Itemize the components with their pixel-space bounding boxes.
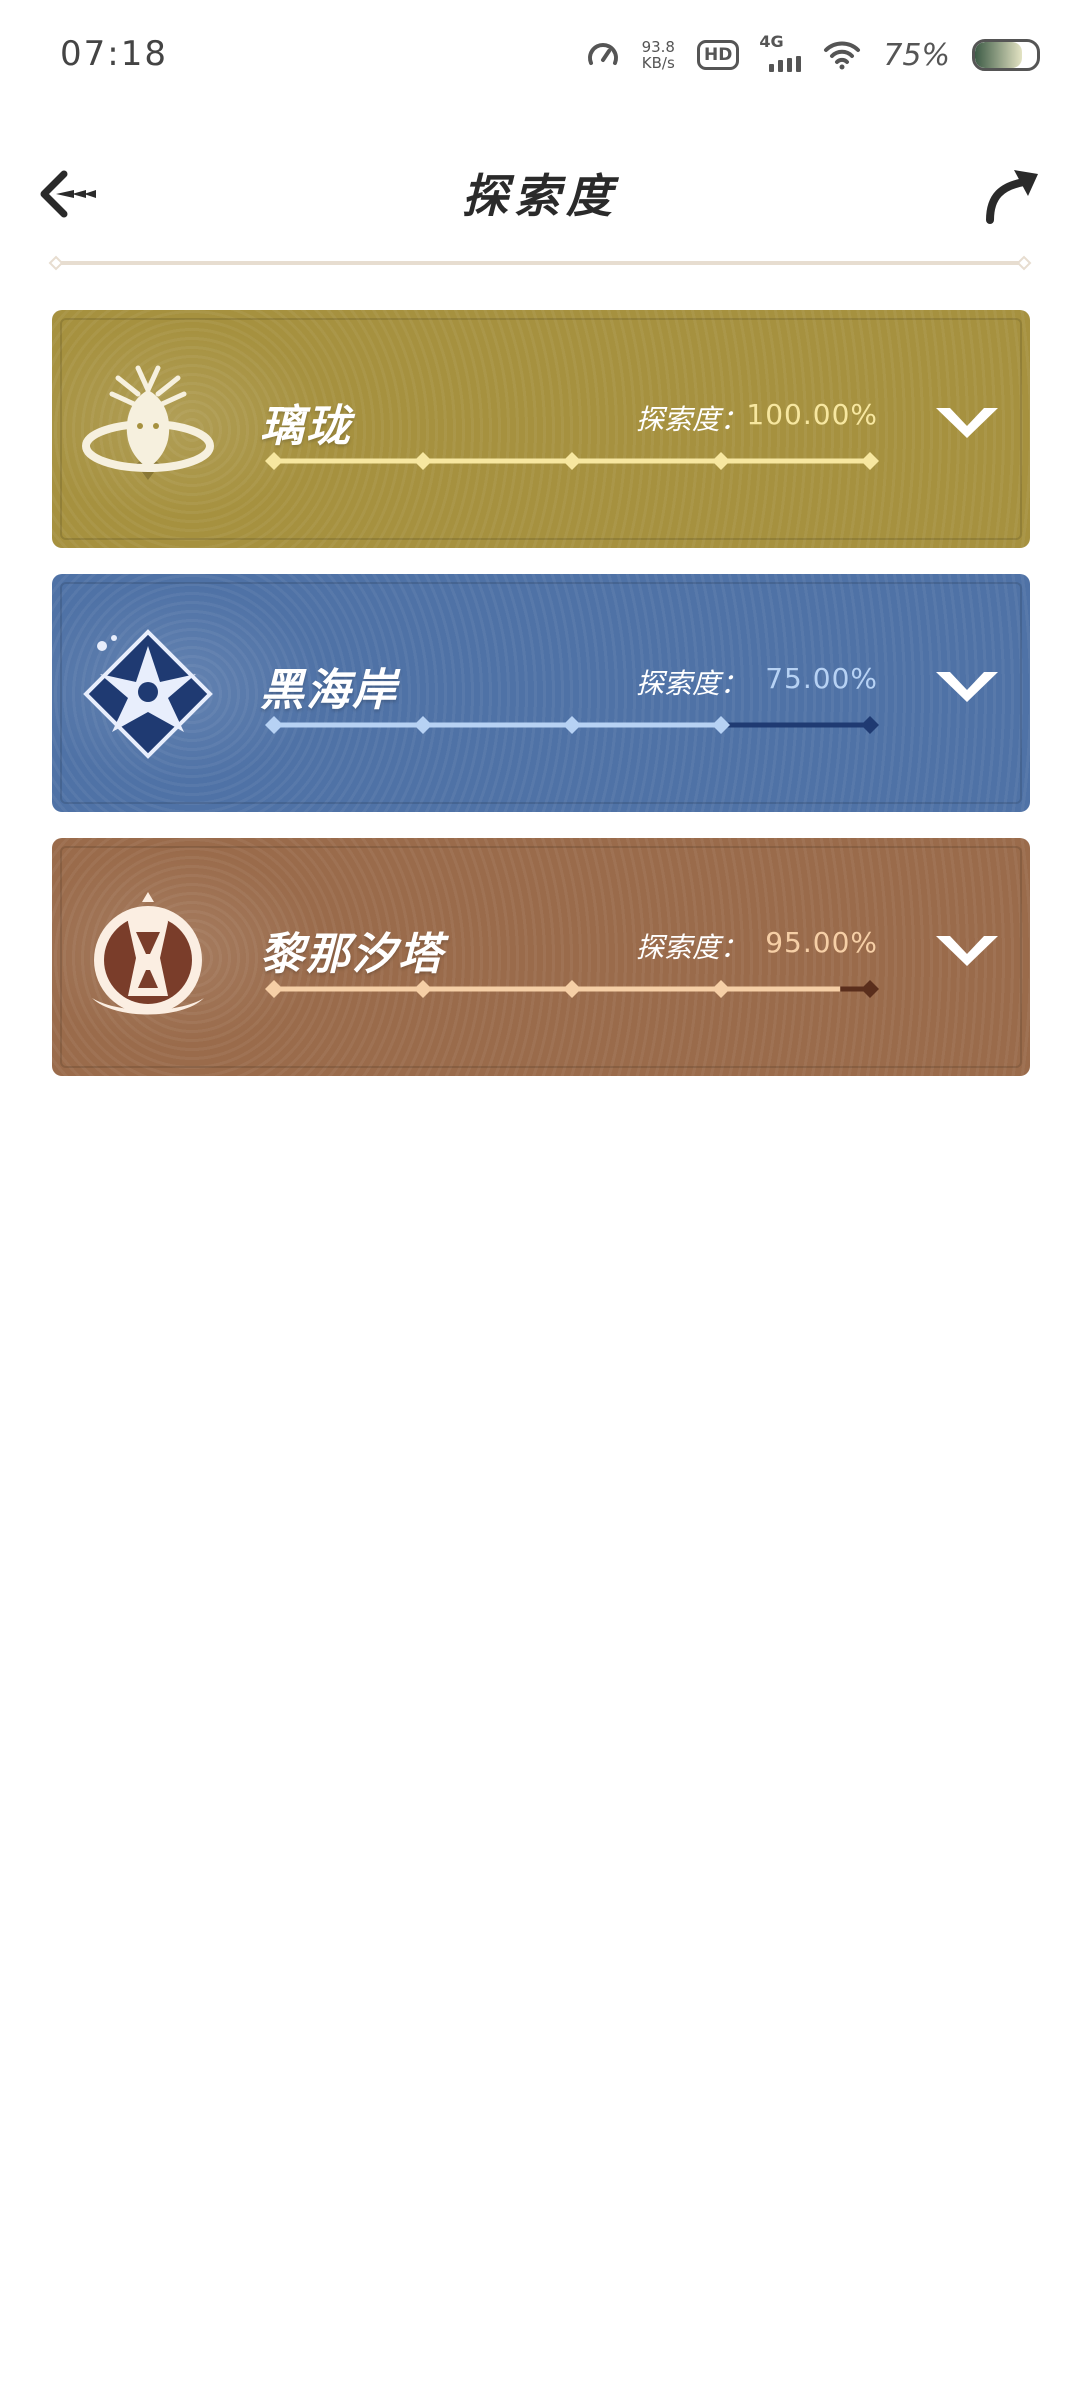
region-card-heihai[interactable]: 黑海岸 探索度： 75.00% (52, 574, 1030, 812)
progress-milestone-diamond (712, 980, 730, 998)
exploration-value: 100.00% (746, 398, 878, 431)
battery-fill (975, 42, 1022, 68)
net-speed: 93.8 KB/s (642, 39, 675, 71)
hd-badge: HD (696, 40, 740, 70)
status-bar: 07:18 93.8 KB/s HD 4G 75% (0, 0, 1080, 110)
expand-chevron-icon[interactable] (932, 922, 1002, 982)
exploration-page: 07:18 93.8 KB/s HD 4G 75% 探索度 璃珑 探索度： 10… (0, 0, 1080, 2400)
region-card-linasita[interactable]: 黎那汐塔 探索度： 95.00% (52, 838, 1030, 1076)
exploration-value: 95.00% (765, 926, 878, 959)
region-name: 黎那汐塔 (260, 929, 444, 980)
progress-milestone-diamond (712, 452, 730, 470)
exploration-value: 75.00% (765, 662, 878, 695)
net-speed-unit: KB/s (641, 54, 675, 72)
exploration-progress-bar (265, 452, 879, 470)
progress-milestone-diamond (265, 716, 283, 734)
exploration-progress-bar (265, 980, 879, 998)
status-time: 07:18 (60, 34, 168, 74)
hourglass-emblem-icon (92, 892, 204, 1015)
progress-milestone-diamond (563, 980, 581, 998)
exploration-label: 探索度： (635, 403, 748, 436)
progress-milestone-diamond (563, 716, 581, 734)
progress-milestone-diamond (265, 452, 283, 470)
region-card-liyue[interactable]: 璃珑 探索度： 100.00% (52, 310, 1030, 548)
header: 探索度 (0, 150, 1080, 240)
header-divider (48, 255, 1032, 271)
speedometer-icon (587, 43, 618, 65)
progress-milestone-diamond (861, 980, 879, 998)
exploration-label: 探索度： (635, 667, 748, 700)
share-arrow-icon[interactable] (976, 160, 1046, 230)
signal-icon: 4G (759, 32, 802, 72)
battery-icon (972, 39, 1040, 71)
region-name: 黑海岸 (260, 665, 398, 716)
net-speed-value: 93.8 (641, 38, 675, 56)
page-title: 探索度 (462, 169, 618, 223)
progress-milestone-diamond (563, 452, 581, 470)
progress-milestone-diamond (414, 452, 432, 470)
wifi-icon (824, 41, 861, 70)
status-icons: 93.8 KB/s HD 4G 75% (586, 30, 1040, 80)
star-emblem-icon (83, 629, 213, 759)
exploration-progress-bar (265, 716, 879, 734)
progress-milestone-diamond (265, 980, 283, 998)
battery-percent: 75% (883, 37, 950, 73)
region-name: 璃珑 (260, 401, 352, 452)
progress-milestone-diamond (861, 716, 879, 734)
expand-chevron-icon[interactable] (932, 658, 1002, 718)
progress-milestone-diamond (414, 980, 432, 998)
progress-milestone-diamond (414, 716, 432, 734)
exploration-label: 探索度： (635, 931, 748, 964)
expand-chevron-icon[interactable] (932, 394, 1002, 454)
progress-milestone-diamond (861, 452, 879, 470)
dragon-emblem-icon (82, 365, 214, 480)
network-type: 4G (759, 32, 784, 51)
progress-milestone-diamond (712, 716, 730, 734)
